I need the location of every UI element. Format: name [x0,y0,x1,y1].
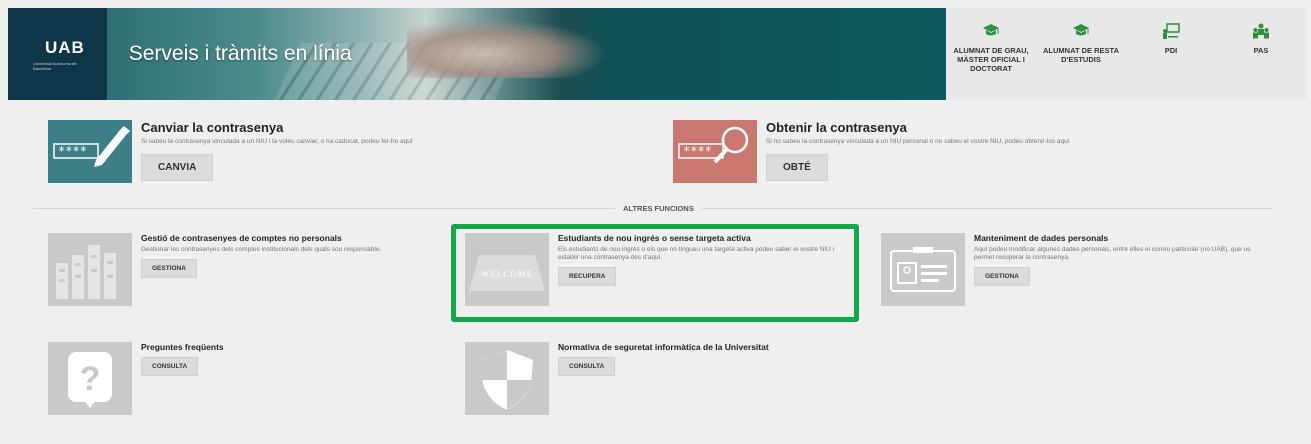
gestiona-button[interactable]: GESTIONA [141,259,197,278]
gestiona-button[interactable]: GESTIONA [974,267,1030,286]
function-body: Preguntes freqüents CONSULTA [132,342,224,415]
servers-icon [56,245,116,299]
consulta-button[interactable]: CONSULTA [141,357,199,376]
shield-icon [481,350,533,410]
obtain-password-title: Obtenir la contrasenya [766,120,907,135]
graduation-cap-icon [1073,24,1089,36]
function-title: Manteniment de dades personals [974,233,1109,243]
canvia-button[interactable]: CANVIA [141,154,214,181]
change-password-desc: Si sabeu la contrasenya vinculada a un N… [141,138,413,145]
altres-funcions-heading: ALTRES FUNCIONS [615,204,702,213]
header-banner: Serveis i tràmits en línia [106,8,946,100]
svg-text:****: **** [58,144,87,158]
password-pencil-icon: **** [53,126,130,167]
nav-label: ALUMNAT DE GRAU, MÀSTER OFICIAL I DOCTOR… [953,46,1029,73]
obtain-password-desc: Si no sabeu la contrasenya vinculada a u… [766,138,1070,145]
uab-logo[interactable]: UAB Universitat Autònoma de Barcelona [8,8,107,100]
function-image[interactable] [48,233,132,306]
function-image[interactable]: WELCOME [465,233,549,306]
function-body: Normativa de seguretat informàtica de la… [549,342,769,415]
function-card-estudiants: WELCOME Estudiants de nou ingrés o sense… [465,233,850,306]
nav-item-alumnat-resta[interactable]: ALUMNAT DE RESTA D'ESTUDIS [1036,22,1126,100]
obtain-password-image[interactable]: **** [673,120,757,183]
site-header: UAB Universitat Autònoma de Barcelona Se… [8,8,1306,100]
change-password-card: **** Canviar la contrasenya Si sabeu la … [48,120,413,183]
function-title: Normativa de seguretat informàtica de la… [558,342,769,352]
recupera-button[interactable]: RECUPERA [558,267,617,286]
obtain-password-body: Obtenir la contrasenya Si no sabeu la co… [757,120,1070,183]
function-body: Gestió de contrasenyes de comptes no per… [132,233,381,306]
function-desc: Aquí podeu modificar algunes dades perso… [974,246,1251,261]
id-card-icon [890,247,956,292]
function-card-manteniment: Manteniment de dades personals Aquí pode… [881,233,1281,306]
function-card-preguntes: ? Preguntes freqüents CONSULTA [48,342,448,415]
nav-item-alumnat-grau[interactable]: ALUMNAT DE GRAU, MÀSTER OFICIAL I DOCTOR… [946,22,1036,100]
welcome-mat-icon: WELCOME [469,255,545,291]
function-body: Manteniment de dades personals Aquí pode… [965,233,1265,306]
nav-item-pas[interactable]: PAS [1216,22,1306,100]
function-image[interactable] [465,342,549,415]
function-card-gestio: Gestió de contrasenyes de comptes no per… [48,233,448,306]
presentation-board-icon [1163,23,1180,39]
change-password-body: Canviar la contrasenya Si sabeu la contr… [132,120,413,183]
obte-button[interactable]: OBTÉ [766,154,828,181]
question-bubble-icon: ? [68,352,112,408]
function-title: Gestió de contrasenyes de comptes no per… [141,233,342,243]
change-password-title: Canviar la contrasenya [141,120,284,135]
logo-subtitle: Universitat Autònoma de Barcelona [33,61,77,71]
svg-text:?: ? [80,360,101,398]
function-desc: Els estudiants de nou ingrés o els que n… [558,246,835,261]
password-magnifier-icon: **** [678,126,749,164]
change-password-image[interactable]: **** [48,120,132,183]
svg-text:WELCOME: WELCOME [481,269,534,279]
nav-label: ALUMNAT DE RESTA D'ESTUDIS [1043,46,1119,64]
function-image[interactable] [881,233,965,306]
nav-label: PAS [1253,46,1269,55]
function-title: Preguntes freqüents [141,342,224,352]
nav-label: PDI [1164,46,1178,55]
svg-text:****: **** [683,144,712,158]
function-title: Estudiants de nou ingrés o sense targeta… [558,233,751,243]
obtain-password-card: **** Obtenir la contrasenya Si no sabeu … [673,120,1070,183]
staff-group-icon [1253,23,1269,39]
profile-nav: ALUMNAT DE GRAU, MÀSTER OFICIAL I DOCTOR… [946,8,1306,100]
graduation-cap-icon [983,24,999,36]
nav-item-pdi[interactable]: PDI [1126,22,1216,100]
hand-image [406,18,607,78]
function-body: Estudiants de nou ingrés o sense targeta… [549,233,839,306]
function-card-normativa: Normativa de seguretat informàtica de la… [465,342,865,415]
page-title: Serveis i tràmits en línia [128,42,352,65]
logo-text: UAB [45,38,85,57]
consulta-button[interactable]: CONSULTA [558,357,616,376]
function-image[interactable]: ? [48,342,132,415]
function-desc: Gestionar les contrasenyes dels comptes … [141,246,382,253]
